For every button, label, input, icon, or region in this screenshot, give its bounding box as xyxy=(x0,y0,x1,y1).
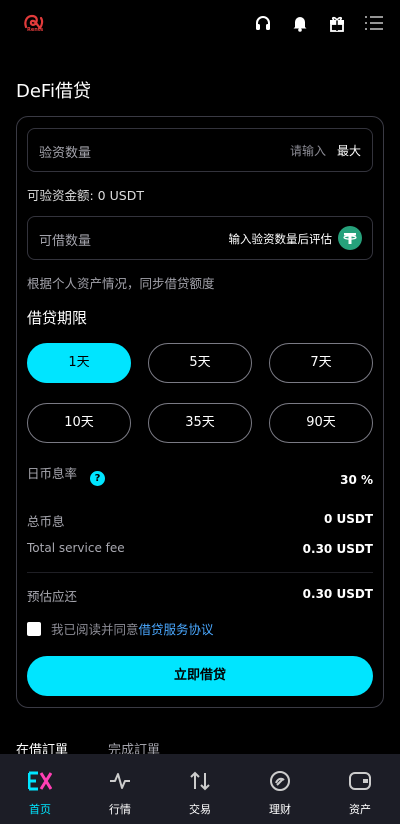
top-bar: Rents xyxy=(0,0,400,48)
collateral-label: 验资数量 xyxy=(39,146,92,161)
agreement-text: 我已阅读并同意 xyxy=(51,622,139,637)
borrow-amount-field: 可借数量 输入验资数量后评估 xyxy=(27,216,373,260)
finance-icon xyxy=(270,771,290,791)
question-icon[interactable]: ? xyxy=(90,471,105,486)
usdt-tether-icon xyxy=(338,226,362,250)
collateral-input[interactable]: 请输入 xyxy=(290,142,326,159)
agreement-row: 我已阅读并同意 借贷服务协议 xyxy=(27,619,214,638)
total-interest-value: 0 USDT xyxy=(323,512,373,526)
summary-divider xyxy=(27,572,373,573)
duration-option-35[interactable]: 35天 xyxy=(148,403,252,443)
nav-assets-label: 资产 xyxy=(349,803,371,816)
bottom-nav: 首页 行情 交易 理财 资产 xyxy=(0,754,400,824)
market-pulse-icon xyxy=(110,773,130,789)
nav-finance-label: 理财 xyxy=(269,803,291,816)
top-icons xyxy=(253,13,384,33)
loan-form-card: 验资数量 请输入 最大 可验资金额: 0 USDT 可借数量 输入验资数量后评估… xyxy=(16,116,384,708)
nav-assets[interactable]: 资产 xyxy=(320,754,400,824)
daily-rate-label: 日币息率 xyxy=(27,466,78,481)
menu-icon[interactable] xyxy=(364,13,384,33)
brand-logo-text: Rents xyxy=(27,27,44,33)
service-fee-label: Total service fee xyxy=(27,541,125,555)
duration-option-5[interactable]: 5天 xyxy=(148,343,252,383)
nav-trade-label: 交易 xyxy=(189,803,211,816)
credit-note: 根据个人资产情况，同步借贷额度 xyxy=(27,276,215,291)
nav-market[interactable]: 行情 xyxy=(80,754,160,824)
max-button[interactable]: 最大 xyxy=(337,142,361,159)
wallet-icon xyxy=(349,772,371,790)
trade-arrows-icon xyxy=(190,771,210,791)
loan-term-title: 借贷期限 xyxy=(27,309,88,327)
nav-trade[interactable]: 交易 xyxy=(160,754,240,824)
duration-option-1[interactable]: 1天 xyxy=(27,343,131,383)
loan-agreement-link[interactable]: 借贷服务协议 xyxy=(139,619,214,638)
duration-option-10[interactable]: 10天 xyxy=(27,403,131,443)
gift-icon[interactable] xyxy=(327,13,347,33)
collateral-field[interactable]: 验资数量 请输入 最大 xyxy=(27,128,373,172)
nav-home[interactable]: 首页 xyxy=(0,754,80,824)
borrow-amount-label: 可借数量 xyxy=(39,234,92,249)
bell-icon[interactable] xyxy=(290,13,310,33)
borrow-amount-hint: 输入验资数量后评估 xyxy=(228,232,333,246)
page-title: DeFi借贷 xyxy=(16,81,91,102)
nav-finance[interactable]: 理财 xyxy=(240,754,320,824)
available-amount: 可验资金额: 0 USDT xyxy=(27,188,144,203)
agreement-checkbox[interactable] xyxy=(27,621,41,636)
duration-option-90[interactable]: 90天 xyxy=(269,403,373,443)
duration-option-7[interactable]: 7天 xyxy=(269,343,373,383)
nav-market-label: 行情 xyxy=(109,803,131,816)
headset-icon[interactable] xyxy=(253,13,273,33)
total-interest-label: 总币息 xyxy=(27,514,65,529)
estimated-repayment-label: 预估应还 xyxy=(27,589,78,604)
daily-rate-value: 30 % xyxy=(340,473,373,487)
home-ex-icon xyxy=(28,771,52,791)
nav-home-label: 首页 xyxy=(29,803,51,816)
borrow-now-button[interactable]: 立即借贷 xyxy=(27,656,373,696)
service-fee-value: 0.30 USDT xyxy=(302,542,373,556)
estimated-repayment-value: 0.30 USDT xyxy=(302,587,373,601)
